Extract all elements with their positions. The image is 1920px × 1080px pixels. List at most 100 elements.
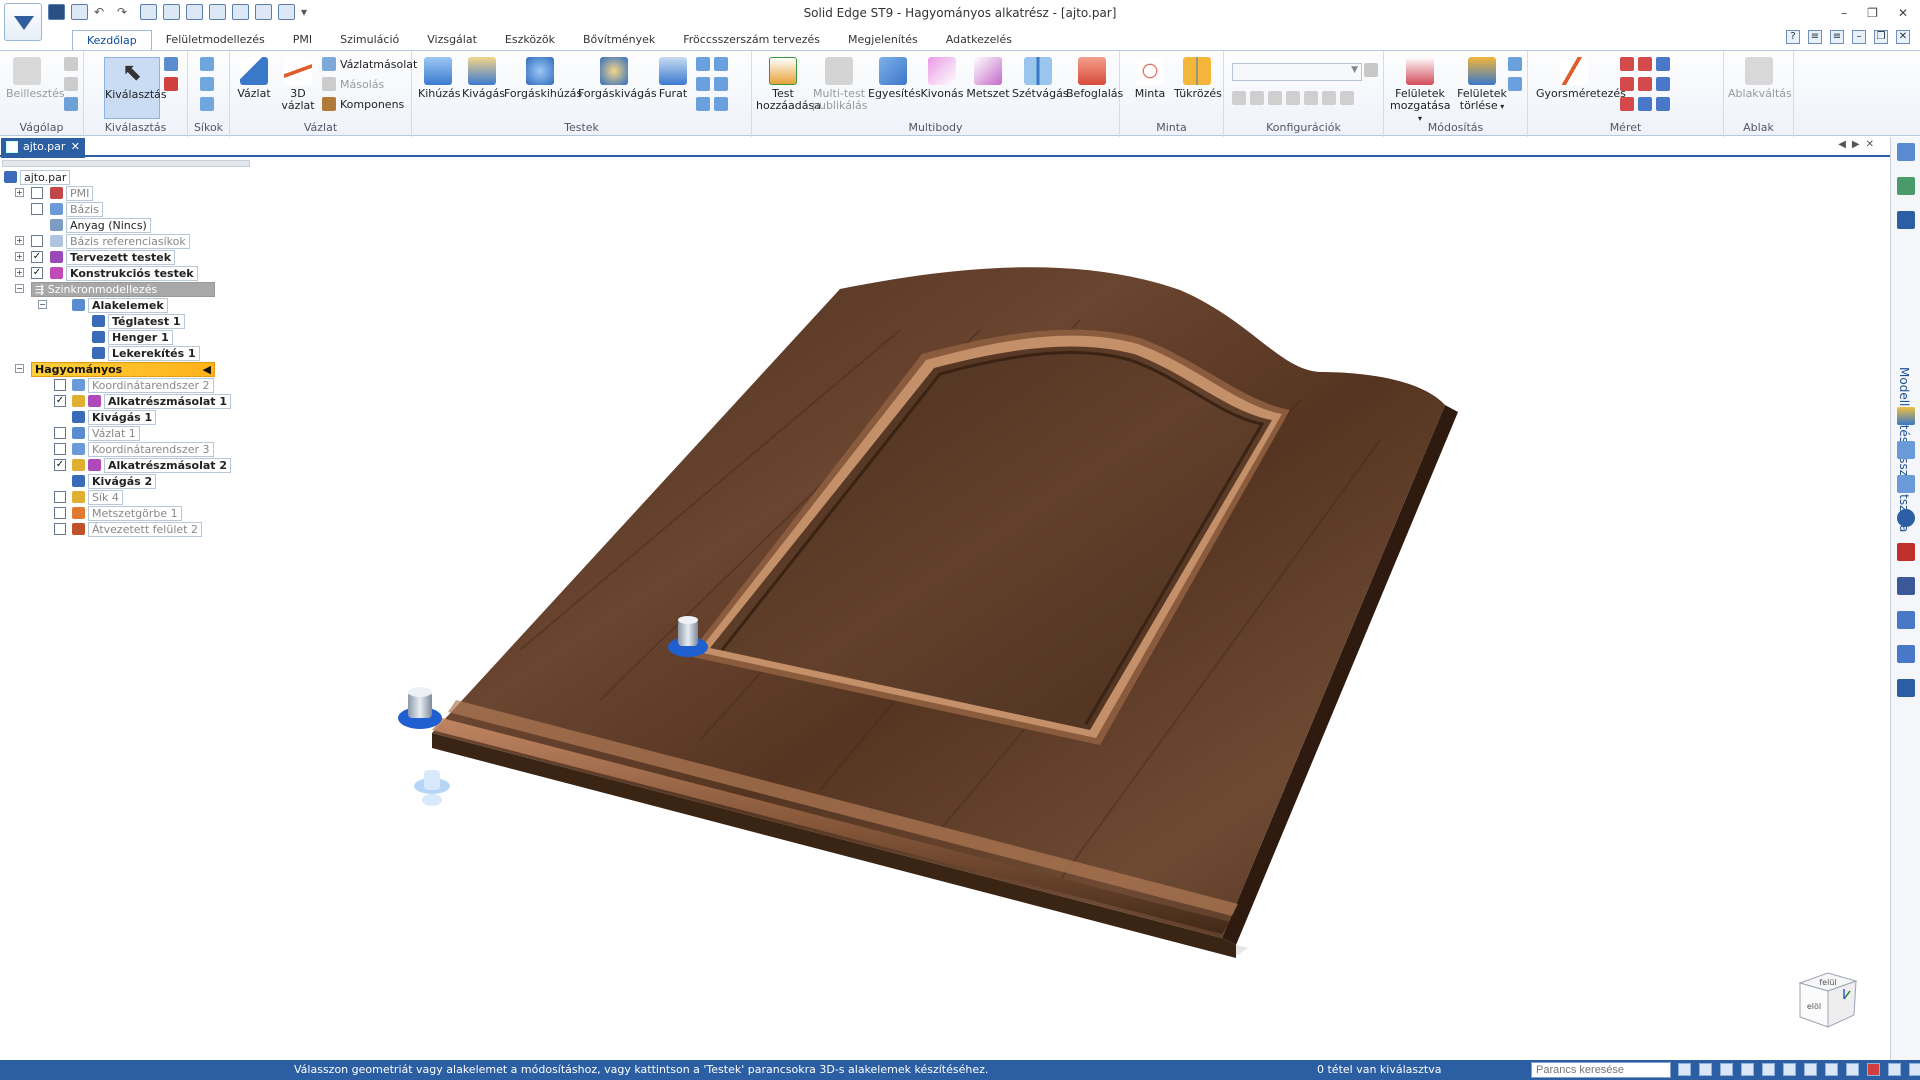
visibility-checkbox[interactable] — [31, 203, 43, 215]
spin-icon[interactable] — [1804, 1063, 1817, 1076]
extrude-button[interactable]: Kihúzás — [418, 57, 460, 100]
select-filter[interactable] — [164, 57, 178, 71]
doc-restore-icon[interactable]: ❐ — [1874, 30, 1888, 44]
subtract-button[interactable]: Kivonás — [920, 57, 964, 100]
switch-window-button[interactable]: Ablakváltás — [1728, 57, 1792, 100]
restore-icon[interactable]: ❐ — [1867, 6, 1878, 20]
section-icon[interactable] — [1909, 1063, 1920, 1076]
tab-view[interactable]: Megjelenítés — [834, 30, 932, 50]
smart-dimension-button[interactable]: Gyorsméretezés — [1536, 57, 1626, 100]
copy-button[interactable]: Másolás — [322, 77, 384, 91]
tree-base[interactable]: Bázis — [0, 201, 250, 217]
tab-mold-tooling[interactable]: Fröccsszerszám tervezés — [669, 30, 834, 50]
shaded-icon[interactable] — [1846, 1063, 1859, 1076]
tree-root[interactable]: ajto.par — [4, 169, 71, 185]
tree-cs3[interactable]: Koordinátarendszer 3 — [0, 441, 250, 457]
tab-addins[interactable]: Bővítmények — [569, 30, 669, 50]
properties-icon[interactable] — [1897, 441, 1915, 459]
expand-icon[interactable]: + — [15, 188, 24, 197]
doc-close-icon[interactable]: ✕ — [1896, 30, 1910, 44]
view-cube[interactable]: felül elöl — [1788, 955, 1868, 1035]
tree-traditional[interactable]: − Hagyományos ◀ — [0, 361, 250, 377]
tree-offset-surface[interactable]: Átvezetett felület 2 — [0, 521, 250, 537]
mirror-button[interactable]: Tükrözés — [1174, 57, 1222, 100]
round-tool[interactable] — [696, 57, 728, 71]
tree-intersection-curve[interactable]: Metszetgörbe 1 — [0, 505, 250, 521]
collapse-icon[interactable]: − — [15, 284, 24, 293]
layout-toggle-icon[interactable]: ≡ — [1808, 30, 1822, 44]
tree-box[interactable]: Téglatest 1 — [0, 313, 250, 329]
enclose-button[interactable]: Befoglalás — [1066, 57, 1123, 100]
collapse-icon[interactable]: − — [15, 364, 24, 373]
variables-icon[interactable] — [1897, 475, 1915, 493]
visibility-checkbox[interactable] — [54, 523, 66, 535]
community-icon[interactable] — [1897, 611, 1915, 629]
close-tab-icon[interactable]: ✕ — [71, 138, 80, 156]
tree-features[interactable]: − Alakelemek — [0, 297, 250, 313]
youtube-icon[interactable] — [1897, 543, 1915, 561]
revolve-button[interactable]: Forgáskihúzás — [504, 57, 582, 100]
visibility-checkbox[interactable] — [31, 187, 43, 199]
tree-cut1[interactable]: Kivágás 1 — [0, 409, 250, 425]
tree-cylinder[interactable]: Henger 1 — [0, 329, 250, 345]
stop-icon[interactable] — [1867, 1063, 1880, 1076]
cut-small[interactable] — [64, 57, 78, 71]
tab-surfacing[interactable]: Felületmodellezés — [152, 30, 279, 50]
sketch-3d-button[interactable]: 3D vázlat — [278, 57, 318, 112]
help-icon[interactable]: ? — [1786, 30, 1800, 44]
tab-simulation[interactable]: Szimuláció — [326, 30, 413, 50]
visibility-checkbox[interactable] — [31, 235, 43, 247]
tab-pmi[interactable]: PMI — [279, 30, 326, 50]
visibility-checkbox[interactable]: ✓ — [54, 459, 66, 471]
tree-design-bodies[interactable]: + ✓ Tervezett testek — [0, 249, 250, 265]
sketch-button[interactable]: Vázlat — [234, 57, 274, 100]
visibility-checkbox[interactable] — [54, 491, 66, 503]
tab-home[interactable]: Kezdőlap — [72, 30, 152, 50]
close-icon[interactable]: ✕ — [1898, 6, 1908, 20]
tree-plane4[interactable]: Sík 4 — [0, 489, 250, 505]
tree-partcopy1[interactable]: ✓ Alkatrészmásolat 1 — [0, 393, 250, 409]
paste-button[interactable]: Beillesztés — [6, 57, 65, 100]
add-body-button[interactable]: Test hozzáadása — [756, 57, 821, 112]
visibility-checkbox[interactable]: ✓ — [31, 267, 43, 279]
expand-icon[interactable]: + — [15, 252, 24, 261]
tree-material[interactable]: Anyag (Nincs) — [0, 217, 250, 233]
cut-button[interactable]: Kivágás — [462, 57, 505, 100]
minimize-icon[interactable]: – — [1841, 6, 1847, 20]
tab-scroll-arrows[interactable]: ◀▶✕ — [1838, 139, 1880, 150]
arrow-icon[interactable] — [1678, 1063, 1691, 1076]
pan-icon[interactable] — [1762, 1063, 1775, 1076]
config-tools[interactable] — [1232, 91, 1354, 105]
tree-synchronous[interactable]: − ⇶ Szinkronmodellezés — [0, 281, 250, 297]
visibility-checkbox[interactable] — [54, 427, 66, 439]
web-icon[interactable] — [1897, 679, 1915, 697]
rotate-icon[interactable] — [1783, 1063, 1796, 1076]
document-tab[interactable]: ajto.par ✕ — [1, 138, 85, 158]
visibility-checkbox[interactable] — [54, 443, 66, 455]
render-icon[interactable] — [1888, 1063, 1901, 1076]
delete-faces-button[interactable]: Felületek törlése ▾ — [1454, 57, 1510, 113]
graphics-viewport[interactable] — [252, 160, 1888, 1060]
window-list-icon[interactable]: ≡ — [1830, 30, 1844, 44]
collapse-icon[interactable]: − — [38, 300, 47, 309]
tree-round[interactable]: Lekerekítés 1 — [0, 345, 250, 361]
config-save[interactable] — [1364, 63, 1378, 77]
zoom-icon[interactable] — [1720, 1063, 1733, 1076]
move-faces-button[interactable]: Felületek mozgatása ▾ — [1390, 57, 1450, 125]
union-button[interactable]: Egyesítés — [868, 57, 921, 100]
revolve-cut-button[interactable]: Forgáskivágás — [578, 57, 657, 100]
tree-partcopy2[interactable]: ✓ Alkatrészmásolat 2 — [0, 457, 250, 473]
pathfinder-grip[interactable] — [2, 160, 250, 167]
pattern-button[interactable]: Minta — [1130, 57, 1170, 100]
select-button[interactable]: ⬉ Kiválasztás — [104, 57, 167, 119]
copy-small[interactable] — [64, 77, 78, 91]
zoom-area-icon[interactable] — [1699, 1063, 1712, 1076]
draft-tool[interactable] — [696, 77, 728, 91]
expand-icon[interactable]: + — [15, 268, 24, 277]
visibility-checkbox[interactable]: ✓ — [54, 395, 66, 407]
modify-tool-1[interactable] — [1508, 57, 1522, 71]
fit-icon[interactable] — [1741, 1063, 1754, 1076]
help-circle-icon[interactable] — [1897, 509, 1915, 527]
rollback-marker-icon[interactable]: ◀ — [203, 363, 211, 376]
component-button[interactable]: Komponens — [322, 97, 404, 111]
